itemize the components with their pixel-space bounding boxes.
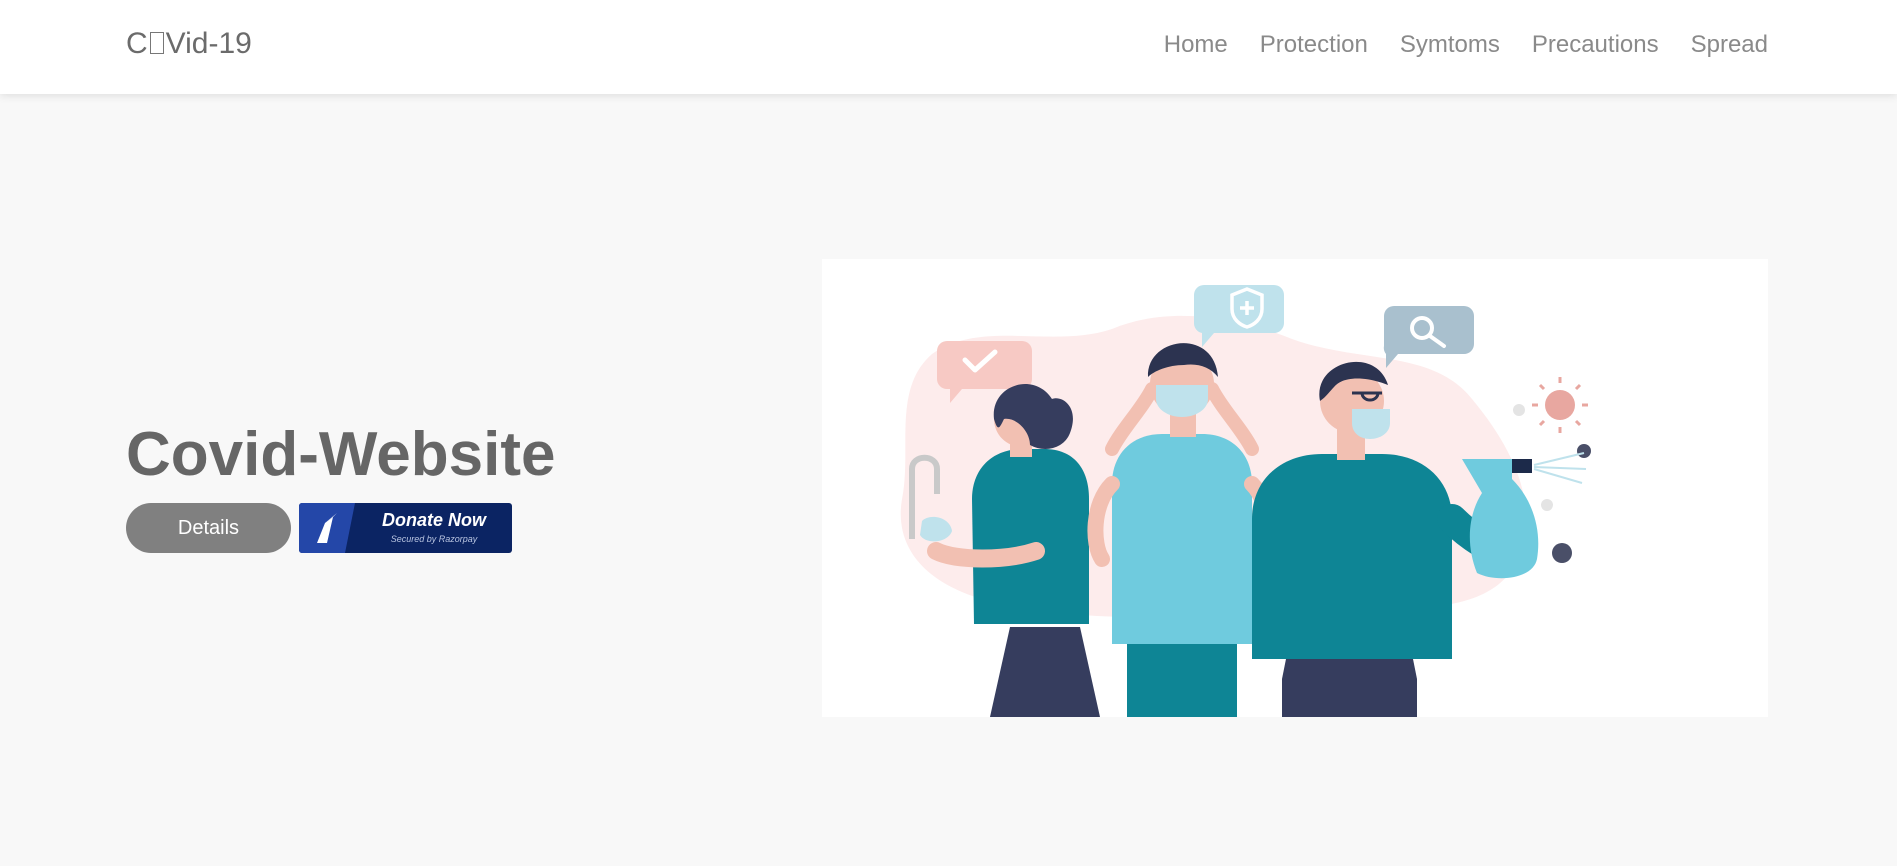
nav-symptoms[interactable]: Symtoms [1400, 28, 1500, 62]
details-button[interactable]: Details [126, 503, 291, 553]
search-bubble-icon [1383, 306, 1474, 368]
donate-button[interactable]: Donate Now Secured by Razorpay [299, 503, 512, 553]
hero-illustration [822, 259, 1768, 717]
donate-label: Donate Now [381, 510, 486, 530]
nav-home[interactable]: Home [1164, 28, 1228, 62]
brand-logo[interactable]: C Vid-19 [126, 24, 252, 64]
main-nav: Home Protection Symtoms Precautions Spre… [1132, 28, 1768, 62]
razorpay-logo-icon [299, 503, 355, 553]
hero-title: Covid-Website [126, 420, 556, 489]
nav-spread[interactable]: Spread [1691, 28, 1768, 62]
people-wearing-masks-illustration-icon [900, 285, 1591, 717]
nav-precautions[interactable]: Precautions [1532, 28, 1659, 62]
missing-glyph-icon [149, 32, 164, 54]
nav-protection[interactable]: Protection [1260, 28, 1368, 62]
navbar: C Vid-19 Home Protection Symtoms Precauti… [0, 0, 1897, 94]
donate-sublabel: Secured by Razorpay [390, 534, 478, 544]
